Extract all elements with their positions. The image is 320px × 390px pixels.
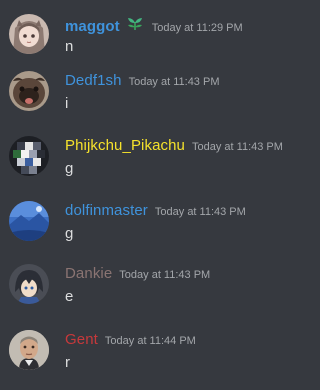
pixel-art-avatar-icon (9, 136, 49, 176)
man-face-avatar-icon (9, 330, 49, 370)
username[interactable]: Dedf1sh (65, 72, 122, 89)
avatar[interactable] (9, 136, 49, 176)
username[interactable]: Gent (65, 331, 98, 348)
pug-dog-avatar-icon (9, 71, 49, 111)
avatar[interactable] (9, 14, 49, 54)
avatar[interactable] (9, 71, 49, 111)
avatar[interactable] (9, 330, 49, 370)
message-content: g (65, 225, 74, 242)
message-content: r (65, 354, 70, 371)
username[interactable]: Dankie (65, 265, 112, 282)
chat-message: Phijkchu_Pikachu Today at 11:43 PM g (0, 136, 301, 196)
chat-message: dolfinmaster Today at 11:43 PM g (0, 201, 301, 261)
timestamp: Today at 11:29 PM (151, 22, 243, 34)
chat-message-list: maggot Today at 11:29 PM n Dedf1sh Today… (0, 0, 301, 384)
avatar[interactable] (9, 264, 49, 304)
timestamp: Today at 11:44 PM (104, 335, 196, 347)
chat-message: Gent Today at 11:44 PM r (0, 330, 301, 390)
anime-girl-avatar-icon (9, 14, 49, 54)
message-content: e (65, 288, 74, 305)
avatar[interactable] (9, 201, 49, 241)
username[interactable]: dolfinmaster (65, 202, 148, 219)
username[interactable]: maggot (65, 18, 120, 35)
message-content: n (65, 38, 74, 55)
username[interactable]: Phijkchu_Pikachu (65, 137, 185, 154)
message-content: i (65, 95, 69, 112)
timestamp: Today at 11:43 PM (128, 76, 220, 88)
blue-landscape-avatar-icon (9, 201, 49, 241)
timestamp: Today at 11:43 PM (192, 141, 283, 153)
chat-message: Dedf1sh Today at 11:43 PM i (0, 71, 301, 131)
timestamp: Today at 11:43 PM (154, 206, 246, 218)
anime-boy-avatar-icon (9, 264, 49, 304)
message-content: g (65, 160, 74, 177)
plant-sprout-icon (125, 15, 145, 31)
chat-message: maggot Today at 11:29 PM n (0, 14, 301, 74)
chat-message: Dankie Today at 11:43 PM e (0, 264, 301, 324)
timestamp: Today at 11:43 PM (119, 269, 211, 281)
